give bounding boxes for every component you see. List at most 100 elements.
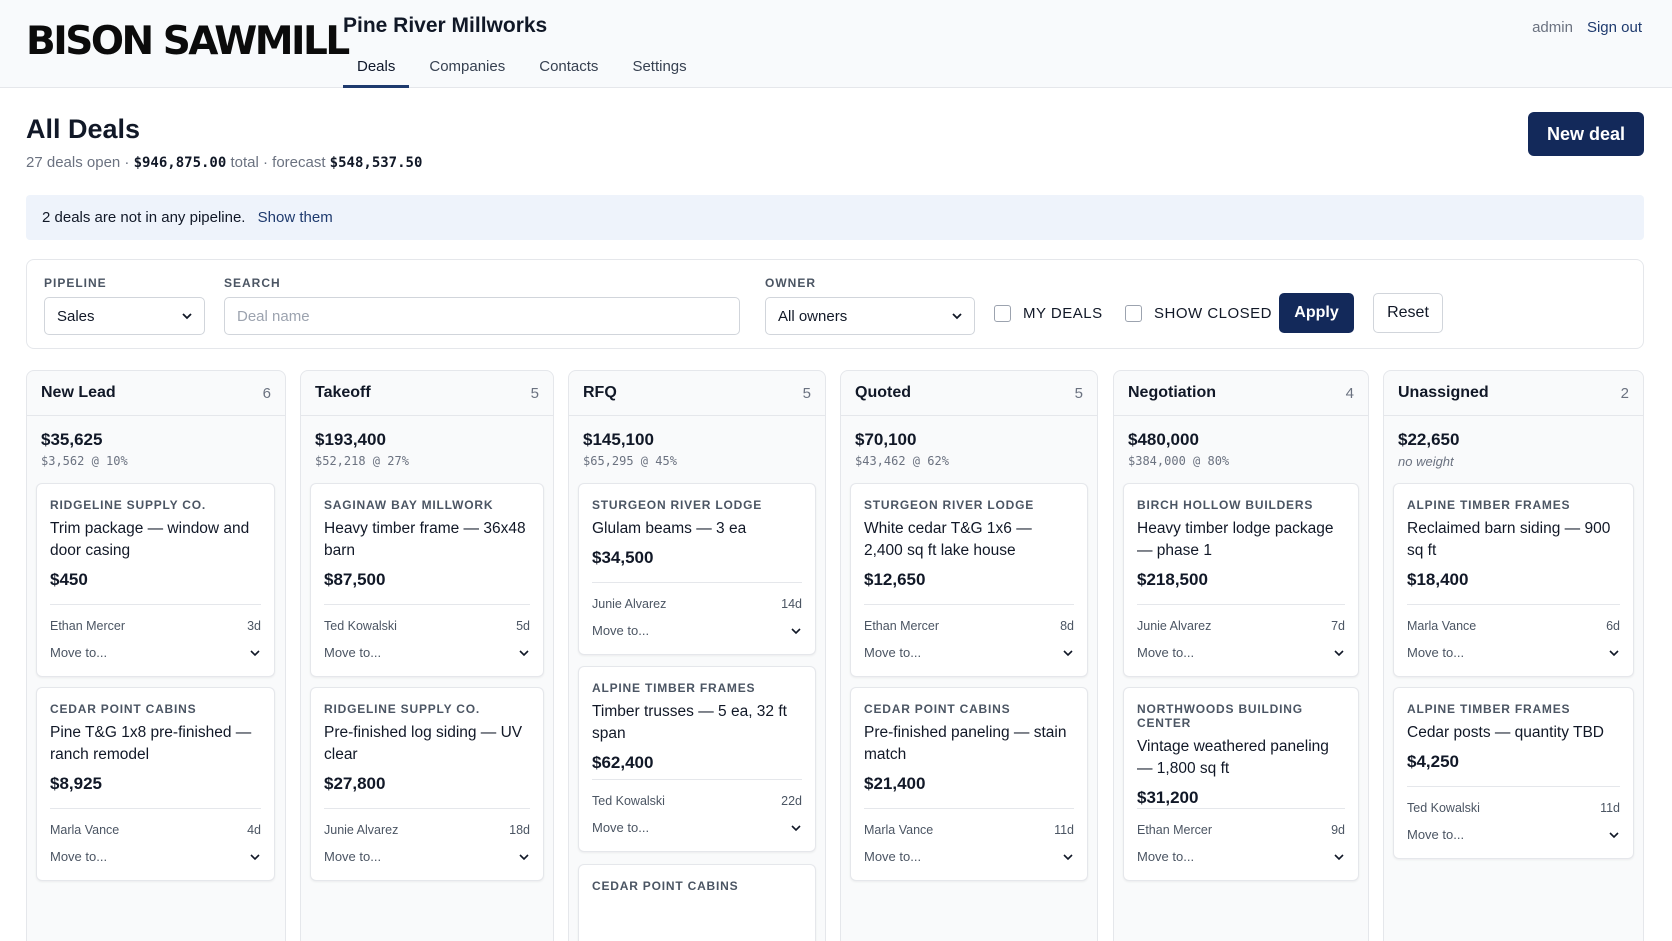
deal-card[interactable]: RIDGELINE SUPPLY CO. Trim package — wind…: [36, 483, 275, 677]
chevron-down-icon: [182, 313, 192, 320]
filter-bar: PIPELINE Sales SEARCH Deal name OWNER Al…: [26, 259, 1644, 349]
column-forecast: $3,562 @ 10%: [41, 454, 128, 468]
move-to-label: Move to...: [1407, 827, 1465, 842]
column-name: Unassigned: [1398, 384, 1489, 401]
move-to-select[interactable]: Move to...: [50, 645, 261, 660]
column-total: $70,100: [855, 430, 917, 449]
deal-age: 14d: [781, 597, 802, 611]
nav-tab-contacts[interactable]: Contacts: [525, 46, 612, 88]
chevron-down-icon: [1609, 650, 1619, 657]
deal-title: Heavy timber lodge package — phase 1: [1137, 520, 1334, 559]
deal-company: NORTHWOODS BUILDING CENTER: [1137, 702, 1303, 730]
deal-title: Trim package — window and door casing: [50, 520, 250, 559]
column-count: 5: [530, 384, 539, 402]
deal-company: RIDGELINE SUPPLY CO.: [324, 702, 481, 716]
column-count: 4: [1345, 384, 1354, 402]
brand-logo[interactable]: BISON SAWMILL: [26, 19, 350, 64]
my-deals-checkbox[interactable]: [994, 305, 1011, 322]
move-to-label: Move to...: [1137, 849, 1195, 864]
deal-card[interactable]: RIDGELINE SUPPLY CO. Pre-finished log si…: [310, 687, 544, 881]
column-count: 5: [802, 384, 811, 402]
deal-company: CEDAR POINT CABINS: [592, 879, 739, 893]
move-to-select[interactable]: Move to...: [1137, 849, 1345, 864]
deal-age: 22d: [781, 794, 802, 808]
deal-card[interactable]: ALPINE TIMBER FRAMES Timber trusses — 5 …: [578, 666, 816, 852]
move-to-label: Move to...: [50, 849, 108, 864]
column-name: Takeoff: [315, 384, 371, 401]
apply-button[interactable]: Apply: [1279, 293, 1354, 333]
column-new-lead: New Lead 6 $35,625 $3,562 @ 10% RIDGELIN…: [26, 370, 286, 941]
nav-tab-deals[interactable]: Deals: [343, 46, 410, 88]
deal-meta: Marla Vance 11d: [864, 808, 1074, 837]
deal-owner: Junie Alvarez: [592, 597, 667, 611]
show-closed-label[interactable]: SHOW CLOSED: [1154, 305, 1272, 322]
deal-title: Timber trusses — 5 ea, 32 ft span: [592, 703, 787, 742]
deal-card[interactable]: ALPINE TIMBER FRAMES Reclaimed barn sidi…: [1393, 483, 1634, 677]
search-label: SEARCH: [224, 276, 281, 290]
deal-card[interactable]: STURGEON RIVER LODGE White cedar T&G 1x6…: [850, 483, 1088, 677]
move-to-select[interactable]: Move to...: [1137, 645, 1345, 660]
deal-card[interactable]: CEDAR POINT CABINS Pine T&G 1x8 pre-fini…: [36, 687, 275, 881]
owner-label: OWNER: [765, 276, 816, 290]
my-deals-label[interactable]: MY DEALS: [1023, 305, 1103, 322]
column-name: Negotiation: [1128, 384, 1216, 401]
deal-company: CEDAR POINT CABINS: [864, 702, 1011, 716]
deal-age: 18d: [509, 823, 530, 837]
move-to-select[interactable]: Move to...: [50, 849, 261, 864]
reset-button[interactable]: Reset: [1373, 293, 1443, 333]
deal-card[interactable]: ALPINE TIMBER FRAMES Cedar posts — quant…: [1393, 687, 1634, 859]
show-closed-checkbox[interactable]: [1125, 305, 1142, 322]
chevron-down-icon: [1609, 832, 1619, 839]
notice-text: 2 deals are not in any pipeline.: [42, 209, 246, 226]
move-to-label: Move to...: [324, 645, 382, 660]
move-to-select[interactable]: Move to...: [592, 623, 802, 638]
column-header: Quoted 5: [841, 371, 1097, 416]
deal-meta: Marla Vance 6d: [1407, 604, 1620, 633]
deal-card[interactable]: BIRCH HOLLOW BUILDERS Heavy timber lodge…: [1123, 483, 1359, 677]
chevron-down-icon: [952, 313, 962, 320]
move-to-select[interactable]: Move to...: [1407, 827, 1620, 842]
page-title: All Deals: [26, 114, 141, 144]
deal-card[interactable]: SAGINAW BAY MILLWORK Heavy timber frame …: [310, 483, 544, 677]
column-rfq: RFQ 5 $145,100 $65,295 @ 45% STURGEON RI…: [568, 370, 826, 941]
deal-company: BIRCH HOLLOW BUILDERS: [1137, 498, 1314, 512]
search-input[interactable]: Deal name: [224, 297, 740, 335]
nav-tab-companies[interactable]: Companies: [415, 46, 519, 88]
deal-company: STURGEON RIVER LODGE: [592, 498, 763, 512]
deal-meta: Ted Kowalski 5d: [324, 604, 530, 633]
show-them-link[interactable]: Show them: [258, 209, 333, 226]
deal-age: 3d: [247, 619, 261, 633]
move-to-select[interactable]: Move to...: [1407, 645, 1620, 660]
deal-card[interactable]: CEDAR POINT CABINS Pre-finished paneling…: [850, 687, 1088, 881]
nav-tab-settings[interactable]: Settings: [618, 46, 700, 88]
move-to-select[interactable]: Move to...: [864, 849, 1074, 864]
deal-meta: Ted Kowalski 11d: [1407, 786, 1620, 815]
column-header: RFQ 5: [569, 371, 825, 416]
deal-title: White cedar T&G 1x6 — 2,400 sq ft lake h…: [864, 520, 1032, 559]
deal-card[interactable]: NORTHWOODS BUILDING CENTER Vintage weath…: [1123, 687, 1359, 881]
sign-out-link[interactable]: Sign out: [1587, 19, 1642, 36]
new-deal-button[interactable]: New deal: [1528, 112, 1644, 156]
deal-meta: Junie Alvarez 7d: [1137, 604, 1345, 633]
deal-value: $21,400: [864, 774, 926, 793]
deal-age: 11d: [1054, 823, 1074, 837]
deal-value: $8,925: [50, 774, 102, 793]
column-header: Takeoff 5: [301, 371, 553, 416]
pipeline-select[interactable]: Sales: [44, 297, 205, 335]
move-to-select[interactable]: Move to...: [592, 820, 802, 835]
chevron-down-icon: [1063, 650, 1073, 657]
deal-company: RIDGELINE SUPPLY CO.: [50, 498, 207, 512]
move-to-select[interactable]: Move to...: [324, 849, 530, 864]
column-forecast: $43,462 @ 62%: [855, 454, 949, 468]
column-name: Quoted: [855, 384, 911, 401]
move-to-select[interactable]: Move to...: [864, 645, 1074, 660]
deal-card[interactable]: STURGEON RIVER LODGE Glulam beams — 3 ea…: [578, 483, 816, 655]
move-to-select[interactable]: Move to...: [324, 645, 530, 660]
deal-value: $18,400: [1407, 570, 1469, 589]
owner-select[interactable]: All owners: [765, 297, 975, 335]
deal-company: ALPINE TIMBER FRAMES: [1407, 498, 1571, 512]
org-name: Pine River Millworks: [343, 14, 548, 37]
move-to-label: Move to...: [592, 623, 650, 638]
deal-card[interactable]: CEDAR POINT CABINS: [578, 864, 816, 941]
move-to-label: Move to...: [864, 645, 922, 660]
